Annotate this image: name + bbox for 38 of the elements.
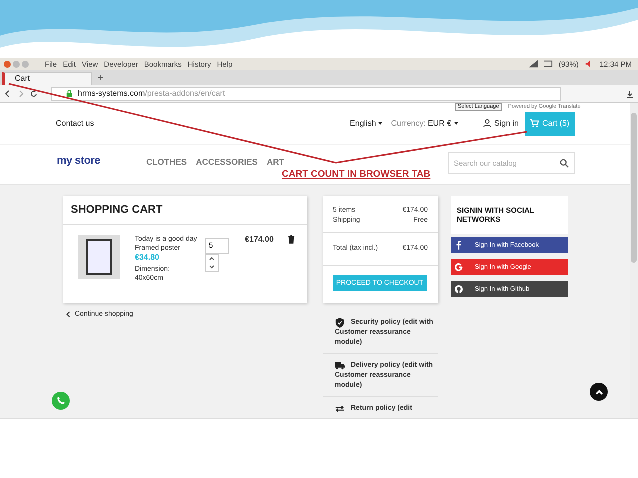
caret-icon xyxy=(378,122,384,125)
cart-title: SHOPPING CART xyxy=(63,196,307,225)
currency-label: Currency: xyxy=(391,119,426,128)
lock-icon xyxy=(66,90,73,97)
reload-icon[interactable] xyxy=(30,90,38,98)
language-dropdown[interactable]: English xyxy=(350,119,376,128)
contact-link[interactable]: Contact us xyxy=(56,119,94,128)
user-icon xyxy=(482,119,492,128)
sign-in-link[interactable]: Sign in xyxy=(494,119,519,128)
google-icon xyxy=(455,262,463,272)
facebook-icon xyxy=(455,240,463,250)
shield-icon xyxy=(335,318,345,328)
cart-icon xyxy=(530,119,540,128)
caret-icon xyxy=(454,122,459,125)
chevron-left-icon xyxy=(66,311,71,318)
annotation-label: CART COUNT IN BROWSER TAB xyxy=(282,169,431,180)
category-link[interactable]: CLOTHES xyxy=(146,157,188,167)
poster-thumbnail xyxy=(78,235,120,279)
product-price: €34.80 xyxy=(135,253,160,262)
scrollbar-thumb[interactable] xyxy=(631,113,637,263)
category-link[interactable]: ART xyxy=(266,157,284,167)
battery-icon xyxy=(544,60,553,68)
search-icon[interactable] xyxy=(560,159,569,168)
store-logo[interactable]: my store xyxy=(57,155,100,167)
github-icon xyxy=(455,284,463,294)
category-link[interactable]: ACCESSORIES xyxy=(196,157,258,167)
address-field[interactable]: hrms-systems.com/presta-addons/en/cart xyxy=(51,86,561,100)
back-icon[interactable] xyxy=(4,90,12,98)
close-button[interactable] xyxy=(4,60,11,68)
browser-tab[interactable]: Cart xyxy=(2,72,92,85)
truck-icon xyxy=(335,361,345,371)
line-total: €174.00 xyxy=(245,235,275,244)
download-icon[interactable] xyxy=(626,90,634,98)
new-tab-button[interactable]: + xyxy=(98,72,104,85)
currency-dropdown[interactable]: EUR € xyxy=(428,119,452,128)
swap-arrows-icon xyxy=(335,404,345,414)
chevron-up-icon xyxy=(596,390,602,394)
trash-icon[interactable] xyxy=(288,235,295,244)
